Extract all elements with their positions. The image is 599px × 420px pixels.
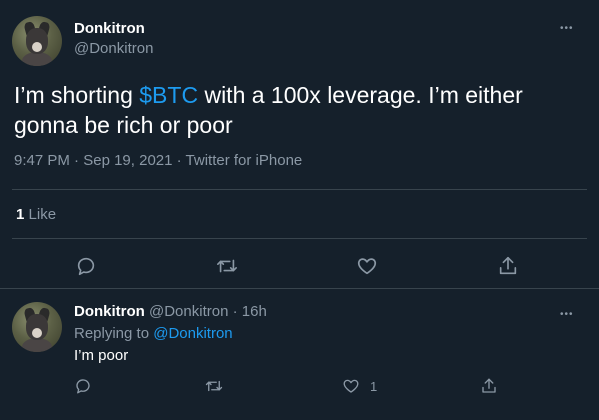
like-count: 1	[370, 378, 378, 394]
avatar[interactable]	[12, 302, 62, 352]
meta-separator: ·	[228, 303, 242, 320]
tweet-text: I’m poor	[74, 347, 129, 364]
heart-icon	[357, 258, 377, 275]
divider	[12, 238, 587, 239]
replying-to-label: Replying to	[74, 325, 154, 342]
cashtag-link[interactable]: $BTC	[139, 82, 198, 108]
tweet-text: I’m shorting $BTC with a 100x leverage. …	[14, 80, 554, 140]
heart-icon	[343, 379, 359, 393]
tweet-separator	[0, 288, 599, 289]
retweet-icon	[205, 380, 223, 392]
tweet-date[interactable]: Sep 19, 2021	[83, 152, 172, 169]
tweet-time[interactable]: 9:47 PM	[14, 152, 70, 169]
retweet-button[interactable]	[216, 255, 238, 277]
more-icon[interactable]: •••	[560, 24, 574, 34]
tweet-metadata: 9:47 PM · Sep 19, 2021 · Twitter for iPh…	[14, 152, 302, 169]
tweet-source[interactable]: Twitter for iPhone	[186, 152, 303, 169]
divider	[12, 189, 587, 190]
tweet-time-ago[interactable]: 16h	[242, 303, 267, 320]
share-icon	[499, 256, 517, 275]
share-button[interactable]	[480, 377, 498, 395]
reply-icon	[76, 379, 90, 394]
likes-summary[interactable]: 1 Like	[16, 206, 56, 223]
author-handle[interactable]: @Donkitron	[74, 40, 153, 57]
share-icon	[482, 378, 496, 393]
author-handle[interactable]: @Donkitron	[149, 303, 228, 320]
author-name[interactable]: Donkitron	[74, 20, 145, 37]
share-button[interactable]	[497, 255, 519, 277]
like-button[interactable]	[356, 255, 378, 277]
more-icon[interactable]: •••	[560, 310, 574, 320]
like-label: Like	[28, 206, 57, 223]
mention-link[interactable]: @Donkitron	[153, 325, 232, 342]
reply-header: Donkitron @Donkitron · 16h	[74, 303, 267, 320]
like-button[interactable]: 1	[342, 377, 377, 395]
retweet-button[interactable]	[205, 377, 223, 395]
author-name[interactable]: Donkitron	[74, 303, 145, 320]
tweet-text-part: I’m shorting	[14, 82, 140, 108]
meta-separator: ·	[69, 152, 84, 169]
reply-button[interactable]	[74, 377, 92, 395]
meta-separator: ·	[172, 152, 186, 169]
avatar[interactable]	[12, 16, 62, 66]
reply-icon	[77, 257, 95, 276]
retweet-icon	[217, 259, 237, 273]
reply-button[interactable]	[75, 255, 97, 277]
like-count: 1	[16, 206, 25, 223]
replying-to: Replying to @Donkitron	[74, 325, 233, 342]
